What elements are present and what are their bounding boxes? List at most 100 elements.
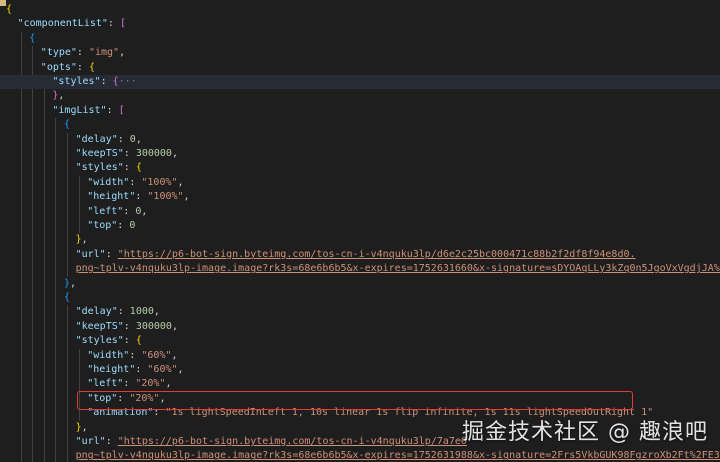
code-line[interactable]: }, [0, 233, 720, 247]
code-token: "100%" [147, 191, 184, 203]
code-token: : [117, 133, 130, 145]
code-token: : [105, 436, 118, 447]
code-token: "url" [75, 436, 106, 447]
code-token: "height" [87, 191, 136, 203]
code-line[interactable]: "left": 0, [0, 205, 720, 219]
code-token: { [64, 292, 71, 303]
code-token[interactable]: png~tplv-v4nquku3lp-image.image?rk3s=68e… [76, 263, 720, 274]
code-line[interactable]: "type": "img", [0, 46, 720, 60]
code-token: , [135, 133, 142, 145]
code-line[interactable]: "delay": 0, [0, 133, 720, 147]
code-line[interactable]: "top": 0 [0, 219, 720, 233]
code-token: , [81, 421, 88, 433]
code-token: : [123, 148, 136, 159]
code-token[interactable]: "https://p6-bot-sign.byteimg.com/tos-cn-… [118, 249, 636, 260]
code-token: 0 [129, 220, 136, 231]
code-line[interactable]: "styles": {··· [0, 75, 720, 90]
code-token: { [64, 119, 71, 131]
code-token: "url" [75, 248, 106, 260]
code-token: , [177, 176, 184, 188]
code-token: "styles" [75, 162, 124, 174]
code-token: , [141, 205, 148, 217]
code-line[interactable]: "url": "https://p6-bot-sign.byteimg.com/… [0, 248, 720, 262]
code-token: "delay" [75, 306, 118, 318]
code-token: , [119, 47, 126, 59]
code-line[interactable]: png~tplv-v4nquku3lp-image.image?rk3s=68e… [0, 449, 720, 462]
code-token: , [153, 306, 160, 318]
code-token: "60%" [141, 349, 172, 361]
code-line[interactable]: "left": "20%", [0, 377, 720, 391]
code-line[interactable]: "componentList": [ [0, 17, 720, 31]
code-line[interactable]: "styles": { [0, 334, 720, 348]
code-editor[interactable]: {"componentList": [{"type": "img", "opts"… [0, 0, 720, 462]
code-line[interactable]: "width": "100%", [0, 176, 720, 190]
code-line[interactable]: { [0, 291, 720, 305]
code-line[interactable]: "keepTS": 300000, [0, 147, 720, 161]
fold-ellipsis-icon[interactable]: ··· [119, 76, 137, 87]
code-token: , [171, 320, 178, 332]
code-token: "width" [87, 176, 130, 188]
code-token: { [29, 32, 36, 44]
code-line[interactable]: "height": "100%", [0, 190, 720, 204]
code-token: "width" [87, 349, 130, 361]
code-token: "left" [87, 205, 124, 217]
code-token: "styles" [75, 335, 124, 347]
code-token: : [76, 47, 89, 59]
watermark: 掘金技术社区 @ 趣浪吧 [462, 420, 708, 445]
code-token: : [123, 205, 136, 217]
code-token: : [117, 306, 130, 318]
code-line[interactable]: "imgList": [ [0, 104, 720, 118]
code-token: "opts" [40, 61, 77, 73]
code-token: : [123, 335, 136, 347]
code-token[interactable]: "https://p6-bot-sign.byteimg.com/tos-cn-… [118, 436, 467, 447]
code-token: "imgList" [52, 104, 107, 116]
code-token: , [171, 148, 178, 159]
code-line[interactable]: "width": "60%", [0, 349, 720, 363]
code-line[interactable]: "height": "60%", [0, 363, 720, 377]
code-line[interactable]: "styles": { [0, 161, 720, 175]
code-token: 300000 [135, 320, 172, 332]
code-token[interactable]: png~tplv-v4nquku3lp-image.image?rk3s=68e… [76, 450, 720, 461]
code-token: "keepTS" [75, 320, 124, 332]
code-token: : [106, 104, 119, 116]
code-token: , [70, 277, 77, 289]
code-token: : [123, 378, 136, 390]
code-token: [ [118, 104, 125, 116]
code-token: , [165, 378, 172, 390]
code-token: : [129, 349, 142, 361]
code-token: 1000 [129, 306, 154, 318]
code-token: : [135, 364, 148, 375]
code-line[interactable]: png~tplv-v4nquku3lp-image.image?rk3s=68e… [0, 262, 720, 276]
code-token: : [135, 191, 148, 203]
code-line[interactable]: }, [0, 277, 720, 291]
code-token: : [76, 61, 89, 73]
code-token: "height" [87, 364, 136, 375]
code-line[interactable]: { [0, 3, 720, 17]
code-token: [ [119, 18, 126, 30]
code-token: , [58, 90, 65, 102]
code-token: , [81, 234, 88, 246]
code-token: "60%" [147, 364, 178, 375]
code-token: { [135, 162, 142, 174]
code-token: "top" [87, 220, 118, 231]
code-token: "20%" [135, 378, 166, 390]
code-line[interactable]: "keepTS": 300000, [0, 320, 720, 334]
code-token: "componentList" [17, 18, 108, 30]
code-token: , [177, 364, 184, 375]
code-line[interactable]: }, [0, 89, 720, 103]
code-token: 300000 [135, 148, 172, 159]
code-token: : [129, 176, 142, 188]
code-token: "styles" [52, 76, 101, 87]
code-line[interactable]: { [0, 118, 720, 132]
code-token: "delay" [75, 133, 118, 145]
code-token: : [123, 162, 136, 174]
code-token: : [123, 320, 136, 332]
code-line[interactable]: "opts": { [0, 61, 720, 75]
code-token: { [6, 4, 13, 15]
code-token: "left" [87, 378, 124, 390]
code-token: : [105, 248, 118, 260]
code-token: : [117, 220, 130, 231]
code-token: : [107, 18, 120, 30]
code-line[interactable]: "delay": 1000, [0, 305, 720, 319]
code-line[interactable]: { [0, 32, 720, 46]
